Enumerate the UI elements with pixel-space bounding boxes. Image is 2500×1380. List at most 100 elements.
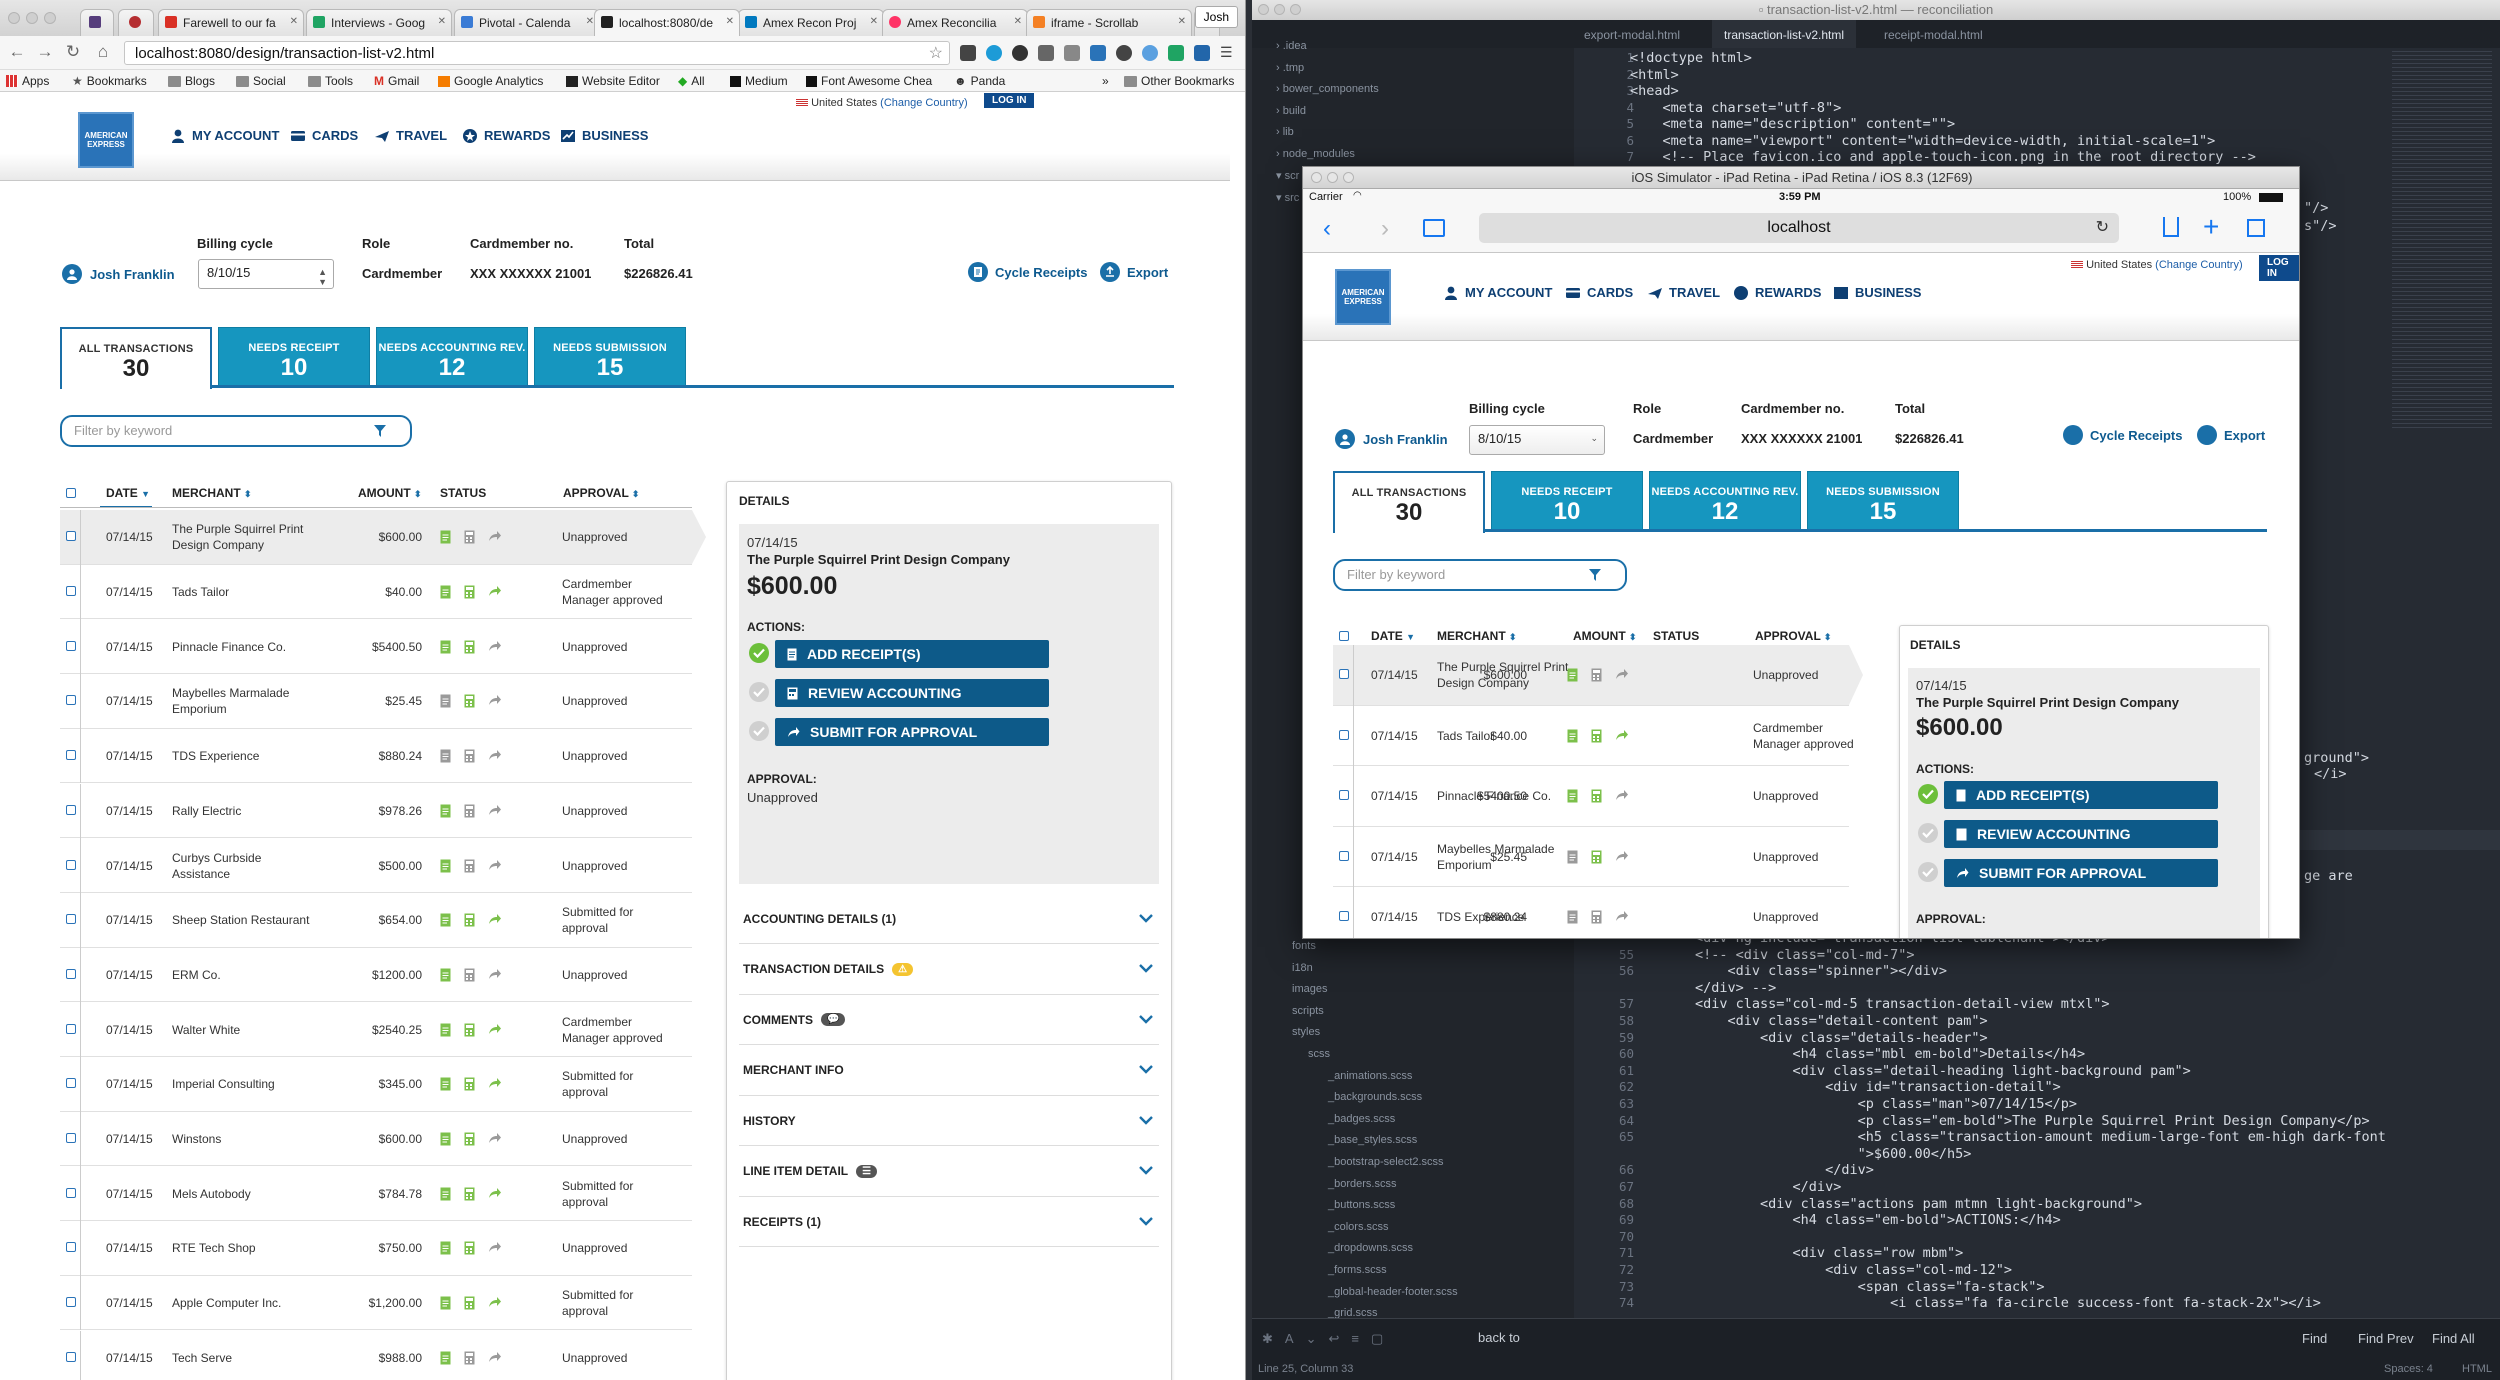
reload-icon[interactable]: ↻ xyxy=(2096,213,2109,243)
tab-all-transactions[interactable]: ALL TRANSACTIONS 30 xyxy=(60,327,212,389)
row-checkbox[interactable] xyxy=(66,914,76,925)
row-checkbox[interactable] xyxy=(1339,790,1349,801)
tab-interviews[interactable]: Interviews - Goog ✕ xyxy=(306,9,452,36)
bookmark-panda[interactable]: ☻ Panda xyxy=(954,74,1005,88)
minimize-window-button[interactable] xyxy=(1274,4,1285,15)
login-button[interactable]: LOG IN xyxy=(2259,255,2299,281)
bookmark-google-analytics[interactable]: Google Analytics xyxy=(438,74,543,88)
chevron-down-icon[interactable] xyxy=(1139,1115,1153,1127)
detail-section[interactable]: MERCHANT INFO xyxy=(739,1046,1159,1096)
nav-my-account[interactable]: MY ACCOUNT xyxy=(170,128,279,143)
tree-item[interactable]: ▾ src xyxy=(1276,191,1299,204)
select-all-checkbox[interactable] xyxy=(1339,631,1349,641)
table-row[interactable]: 07/14/15 Maybelles Marmalade Emporium $25.4… xyxy=(1333,826,1849,887)
new-tab-icon[interactable]: + xyxy=(2203,211,2219,243)
word-icon[interactable]: ⌄ xyxy=(1306,1331,1317,1347)
row-checkbox[interactable] xyxy=(1339,850,1349,861)
export-button[interactable]: Export xyxy=(1100,262,1168,282)
tree-item[interactable]: › build xyxy=(1276,105,1306,117)
table-row[interactable]: 07/14/15 RTE Tech Shop $750.00 Unapproved xyxy=(60,1221,692,1276)
tab-amex-recon-proj[interactable]: Amex Recon Proj ✕ xyxy=(738,9,884,36)
back-button[interactable]: ← xyxy=(6,41,28,63)
add-receipts-button[interactable]: ADD RECEIPT(S) xyxy=(1944,781,2218,809)
star-icon[interactable]: ☆ xyxy=(929,43,943,63)
merchant-column-header[interactable]: MERCHANT ⬍ xyxy=(172,486,252,500)
tab-bootstrap[interactable] xyxy=(80,9,114,36)
change-country-link[interactable]: (Change Country) xyxy=(880,97,967,109)
tree-item[interactable]: _backgrounds.scss xyxy=(1328,1091,1422,1103)
table-row[interactable]: 07/14/15 The Purple Squirrel Print Design … xyxy=(1333,645,1863,706)
add-receipts-button[interactable]: ADD RECEIPT(S) xyxy=(775,640,1049,668)
nav-cards[interactable]: CARDS xyxy=(1565,285,1633,300)
close-icon[interactable]: ✕ xyxy=(1178,16,1186,27)
approval-column-header[interactable]: APPROVAL ⬍ xyxy=(1755,629,1831,643)
tree-item[interactable]: _borders.scss xyxy=(1328,1178,1396,1190)
login-button[interactable]: LOG IN xyxy=(984,93,1035,108)
chevron-down-icon[interactable] xyxy=(1139,1216,1153,1228)
table-row[interactable]: 07/14/15 TDS Experience $880.24 Unapproved xyxy=(60,728,692,784)
table-row[interactable]: 07/14/15 Mels Autobody $784.78 Submitted fo… xyxy=(60,1166,692,1222)
case-icon[interactable]: A xyxy=(1285,1331,1294,1347)
close-window-button[interactable] xyxy=(1258,4,1269,15)
table-row[interactable]: 07/14/15 Apple Computer Inc. $1,200.00 Subm… xyxy=(60,1275,692,1331)
close-icon[interactable]: ✕ xyxy=(290,16,298,27)
bookmark-medium[interactable]: Medium xyxy=(730,74,788,88)
amex-logo[interactable]: AMERICAN EXPRESS xyxy=(1335,269,1391,325)
review-accounting-button[interactable]: REVIEW ACCOUNTING xyxy=(1944,820,2218,848)
table-row[interactable]: 07/14/15 Pinnacle Finance Co. $5400.50 Unap… xyxy=(60,619,692,675)
extension-icon[interactable] xyxy=(1194,45,1210,61)
row-checkbox[interactable] xyxy=(1339,669,1349,680)
tree-item[interactable]: _global-header-footer.scss xyxy=(1328,1286,1458,1298)
minimize-window-button[interactable] xyxy=(26,12,38,24)
share-icon[interactable] xyxy=(2163,217,2179,237)
nav-rewards[interactable]: REWARDS xyxy=(1733,285,1821,300)
date-column-header[interactable]: DATE ▼ xyxy=(1371,629,1415,643)
row-checkbox[interactable] xyxy=(66,1242,76,1253)
gear-icon[interactable] xyxy=(1038,45,1054,61)
row-checkbox[interactable] xyxy=(66,804,76,815)
profile-button[interactable]: Josh xyxy=(1194,6,1238,28)
tab-needs-accounting-rev[interactable]: NEEDS ACCOUNTING REV. 12 xyxy=(1649,471,1801,531)
highlight-icon[interactable]: ▢ xyxy=(1371,1331,1383,1347)
date-column-header[interactable]: DATE ▼ xyxy=(106,486,150,500)
filter-icon[interactable] xyxy=(374,425,386,437)
row-checkbox[interactable] xyxy=(1339,729,1349,740)
row-checkbox[interactable] xyxy=(66,1297,76,1308)
tree-item[interactable]: i18n xyxy=(1292,962,1313,974)
row-checkbox[interactable] xyxy=(66,1023,76,1034)
tree-item[interactable]: _badges.scss xyxy=(1328,1113,1395,1125)
address-bar[interactable]: localhost:8080/design/transaction-list-v… xyxy=(124,41,950,65)
chevron-down-icon[interactable] xyxy=(1139,1014,1153,1026)
regex-icon[interactable]: ✱ xyxy=(1262,1331,1273,1347)
submit-for-approval-button[interactable]: SUBMIT FOR APPROVAL xyxy=(1944,859,2218,887)
editor-tab-export-modal[interactable]: export-modal.html xyxy=(1584,28,1680,42)
table-row[interactable]: 07/14/15 Curbys Curbside Assistance $500.00… xyxy=(60,838,692,893)
table-row[interactable]: 07/14/15 Sheep Station Restaurant $654.00 S… xyxy=(60,892,692,948)
cycle-receipts-button[interactable]: Cycle Receipts xyxy=(2063,425,2183,445)
minimize-window-button[interactable] xyxy=(1327,172,1338,183)
tree-item[interactable]: fonts xyxy=(1292,940,1316,952)
bookmark-tools[interactable]: Tools xyxy=(308,74,353,88)
nav-rewards[interactable]: REWARDS xyxy=(462,128,550,143)
review-accounting-button[interactable]: REVIEW ACCOUNTING xyxy=(775,679,1049,707)
row-checkbox[interactable] xyxy=(66,531,76,542)
tree-item[interactable]: _base_styles.scss xyxy=(1328,1134,1417,1146)
tree-item[interactable]: _colors.scss xyxy=(1328,1221,1389,1233)
tree-item[interactable]: styles xyxy=(1292,1026,1320,1038)
row-checkbox[interactable] xyxy=(66,750,76,761)
amount-column-header[interactable]: AMOUNT ⬍ xyxy=(358,486,422,500)
tree-item[interactable]: _buttons.scss xyxy=(1328,1199,1395,1211)
row-checkbox[interactable] xyxy=(66,968,76,979)
editor-tab-transaction-list[interactable]: transaction-list-v2.html xyxy=(1712,20,1857,48)
tab-needs-accounting-rev[interactable]: NEEDS ACCOUNTING REV. 12 xyxy=(376,327,528,387)
row-checkbox[interactable] xyxy=(66,695,76,706)
table-row[interactable]: 07/14/15 Winstons $600.00 Unapproved xyxy=(60,1111,692,1167)
row-checkbox[interactable] xyxy=(66,859,76,870)
detail-section[interactable]: HISTORY xyxy=(739,1096,1159,1146)
row-checkbox[interactable] xyxy=(66,1351,76,1362)
extension-icon[interactable] xyxy=(1090,45,1106,61)
tree-item[interactable]: scss xyxy=(1308,1048,1330,1060)
extension-icon[interactable] xyxy=(1142,45,1158,61)
close-icon[interactable]: ✕ xyxy=(726,16,734,27)
table-row[interactable]: 07/14/15 The Purple Squirrel Print Design … xyxy=(60,510,706,565)
